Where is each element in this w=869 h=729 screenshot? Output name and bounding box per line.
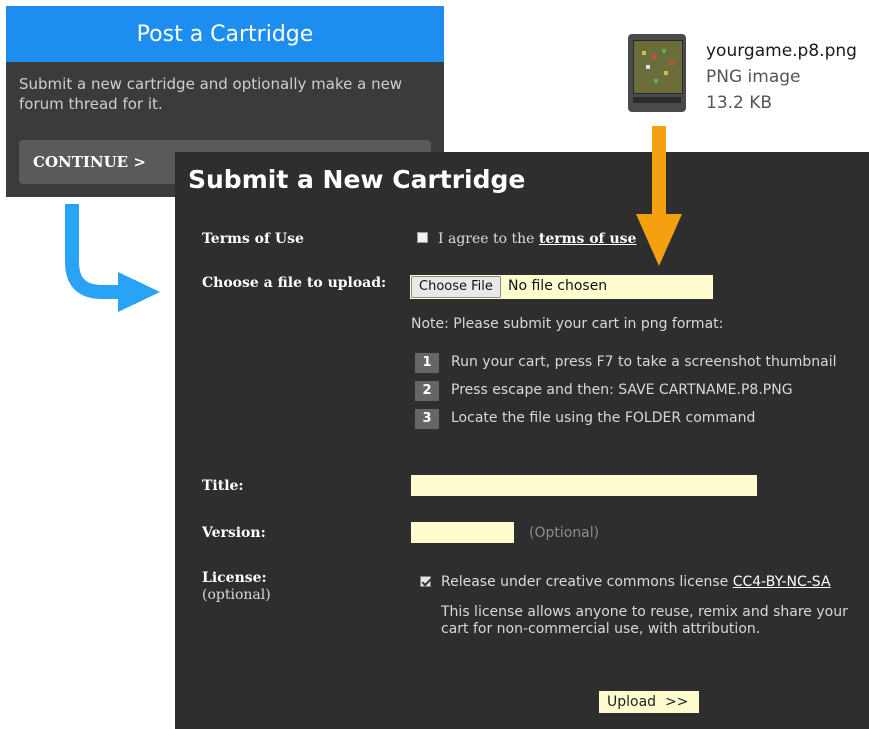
submit-cartridge-panel: Submit a New Cartridge Terms of Use I ag… [175, 152, 869, 729]
step-number: 1 [415, 353, 439, 373]
submit-title: Submit a New Cartridge [188, 165, 526, 194]
file-size: 13.2 KB [706, 93, 773, 113]
terms-label: Terms of Use [202, 231, 304, 247]
terms-agree-text: I agree to the terms of use [438, 231, 636, 247]
license-optional-label: (optional) [202, 587, 271, 603]
blue-arrow-icon [65, 204, 160, 312]
step-text: Press escape and then: SAVE CARTNAME.P8.… [451, 382, 793, 398]
step-number: 2 [415, 381, 439, 401]
title-label: Title: [202, 478, 244, 494]
license-description: This license allows anyone to reuse, rem… [441, 604, 848, 637]
license-release-text: Release under creative commons license C… [441, 574, 831, 590]
version-input[interactable] [411, 522, 514, 543]
file-upload-input[interactable]: Choose File No file chosen [410, 275, 713, 299]
version-label: Version: [202, 525, 266, 541]
terms-of-use-link[interactable]: terms of use [539, 231, 637, 247]
step-text: Locate the file using the FOLDER command [451, 410, 756, 426]
license-label: License: [202, 570, 267, 586]
step-text: Run your cart, press F7 to take a screen… [451, 354, 837, 370]
upload-note: Note: Please submit your cart in png for… [411, 316, 724, 332]
terms-agree-label: I agree to the [438, 231, 539, 247]
file-info: yourgame.p8.png PNG image 13.2 KB [706, 38, 857, 116]
choose-file-button[interactable]: Choose File [411, 276, 501, 298]
upload-label: Choose a file to upload: [202, 275, 387, 291]
step-number: 3 [415, 409, 439, 429]
version-optional-note: (Optional) [529, 525, 600, 541]
terms-checkbox[interactable] [417, 232, 428, 243]
file-status: No file chosen [508, 278, 608, 294]
pico8-cartridge-icon[interactable] [628, 34, 686, 112]
upload-button[interactable]: Upload >> [599, 691, 699, 713]
title-input[interactable] [411, 475, 757, 496]
license-release-label: Release under creative commons license [441, 574, 733, 590]
post-cartridge-description: Submit a new cartridge and optionally ma… [19, 75, 403, 113]
post-cartridge-title: Post a Cartridge [6, 6, 444, 62]
license-link[interactable]: CC4-BY-NC-SA [733, 574, 831, 590]
file-type: PNG image [706, 67, 801, 87]
license-checkbox[interactable] [420, 576, 432, 587]
file-name: yourgame.p8.png [706, 41, 857, 61]
